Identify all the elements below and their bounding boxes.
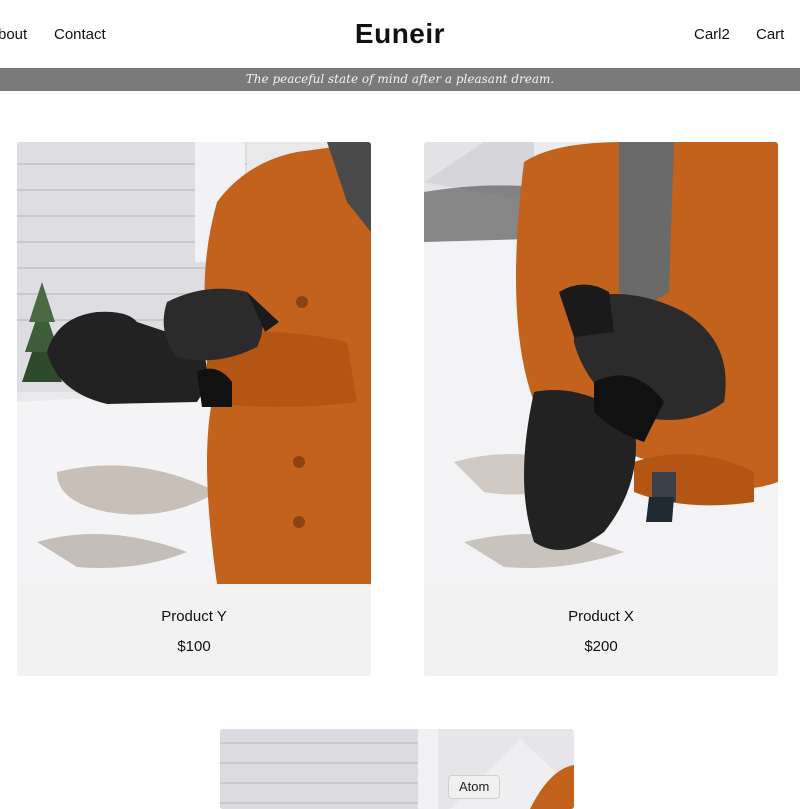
product-card[interactable]: Product Y $100: [17, 142, 371, 676]
nav-cart-link[interactable]: Cart: [756, 26, 784, 44]
product-price: $200: [584, 638, 618, 655]
product-info[interactable]: Product X $200: [424, 584, 778, 676]
nav-account-link[interactable]: Carl2: [694, 26, 730, 44]
product-info[interactable]: Product Y $100: [17, 584, 371, 676]
product-image[interactable]: [424, 142, 778, 584]
product-card[interactable]: Product X $200: [424, 142, 778, 676]
site-logo[interactable]: Euneir: [0, 18, 800, 50]
tooltip: Atom: [448, 775, 501, 799]
site-header: bout Contact Euneir Carl2 Cart: [0, 0, 800, 68]
product-image[interactable]: [17, 142, 371, 584]
product-name[interactable]: Product Y: [17, 608, 371, 625]
product-name[interactable]: Product X: [424, 608, 778, 625]
tagline-banner: The peaceful state of mind after a pleas…: [0, 68, 800, 91]
product-price: $100: [177, 638, 211, 655]
product-image[interactable]: [220, 729, 574, 809]
